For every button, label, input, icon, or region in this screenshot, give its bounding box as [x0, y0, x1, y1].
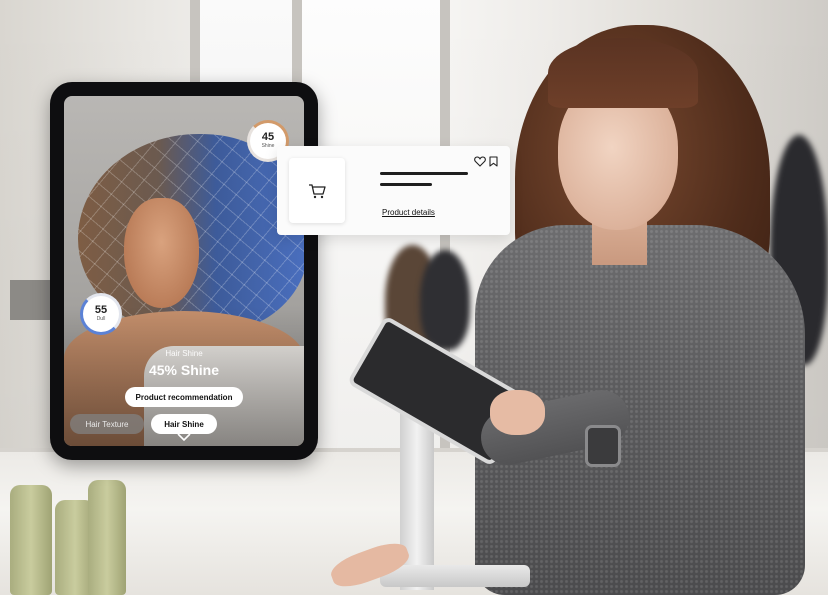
metric-value: 45% Shine [148, 362, 220, 378]
product-details-link[interactable]: Product details [382, 208, 435, 217]
product-subtitle-placeholder [380, 183, 432, 186]
tab-hair-shine[interactable]: Hair Shine [151, 414, 217, 434]
cart-icon [309, 183, 326, 198]
stylist-bangs [548, 38, 698, 108]
product-title-placeholder [380, 172, 468, 175]
background-person [420, 250, 470, 350]
tab-hair-texture[interactable]: Hair Texture [70, 414, 144, 434]
product-recommendation-button[interactable]: Product recommendation [125, 387, 243, 407]
tablet-device: 45 Shine 55 Dull Hair Shine 45% Shine Pr… [50, 82, 318, 460]
product-bottle [10, 485, 52, 595]
heart-icon[interactable] [474, 156, 486, 167]
shelf [10, 280, 50, 320]
metric-label: Hair Shine [165, 349, 203, 358]
tablet-stand-base [380, 565, 530, 587]
dull-score-ring: 55 Dull [80, 293, 122, 335]
product-card: Product details [277, 146, 510, 235]
bookmark-icon[interactable] [489, 156, 498, 167]
shine-score-value: 45 [261, 131, 275, 143]
smartwatch [585, 425, 621, 467]
dull-score-label: Dull [96, 316, 106, 322]
chevron-down-icon[interactable] [177, 432, 191, 442]
dull-score-value: 55 [94, 304, 108, 316]
product-bottle [88, 480, 126, 595]
stylist-hand [490, 390, 545, 435]
product-thumbnail[interactable] [289, 158, 345, 223]
hair-analysis-screen: 45 Shine 55 Dull Hair Shine 45% Shine Pr… [64, 96, 304, 446]
model-face [124, 198, 199, 308]
shine-score-label: Shine [261, 143, 275, 149]
